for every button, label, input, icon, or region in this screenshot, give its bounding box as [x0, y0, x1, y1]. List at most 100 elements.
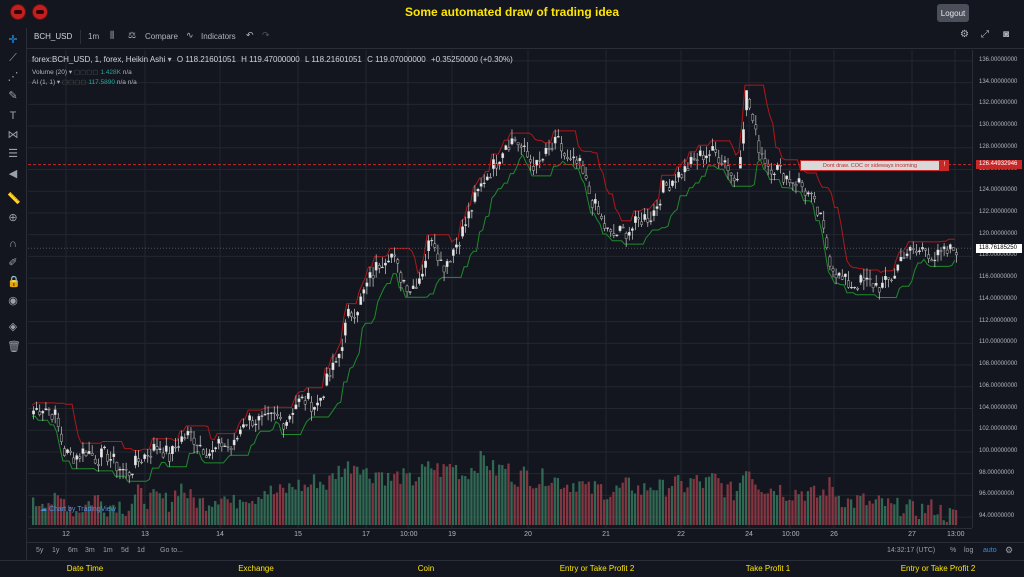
range-6m[interactable]: 6m — [68, 547, 78, 554]
volume-bar — [183, 492, 186, 525]
volume-bar — [331, 473, 334, 525]
range-3m[interactable]: 3m — [85, 547, 95, 554]
volume-bar — [522, 466, 526, 525]
lock-icon[interactable]: 🔒 — [7, 276, 21, 288]
volume-bar — [951, 509, 955, 525]
tradingview-watermark[interactable]: ☁ Chart by TradingView — [40, 505, 116, 513]
chart-type-icon[interactable]: ⫼ — [110, 30, 114, 41]
candle-body — [671, 180, 674, 186]
volume-bar — [633, 493, 637, 525]
time-tick-label: 12 — [62, 531, 70, 538]
utc-clock[interactable]: 14:32:17 (UTC) — [887, 547, 935, 554]
brush-icon[interactable]: ✎ — [7, 90, 19, 102]
range-1m[interactable]: 1m — [103, 547, 113, 554]
candle-body — [631, 228, 634, 231]
text-tool-icon[interactable]: T — [7, 110, 19, 122]
alert-flag-icon[interactable]: ! — [940, 160, 949, 171]
indicators-button[interactable]: Indicators — [201, 32, 236, 41]
settings-gear-icon[interactable]: ⚙ — [960, 29, 969, 40]
candle-body — [356, 312, 359, 316]
volume-bar — [559, 489, 563, 525]
range-5d[interactable]: 5d — [121, 547, 129, 554]
top-bar: Some automated draw of trading idea Logo… — [0, 0, 1024, 24]
volume-bar — [902, 513, 905, 525]
compare-icon[interactable]: ⚖ — [128, 30, 136, 41]
logout-button[interactable]: Logout — [937, 4, 969, 22]
price-axis[interactable]: 136.00000000 134.00000000 132.00000000 130.… — [972, 50, 1024, 528]
fullscreen-icon[interactable]: ⤢ — [981, 29, 989, 40]
candle-body — [137, 458, 140, 462]
candle-body — [53, 409, 57, 415]
chart-pane[interactable] — [28, 50, 972, 528]
symbol-search[interactable]: BCH_USD — [34, 32, 72, 41]
price-tick-label: 118.00000000 — [979, 252, 1017, 259]
auto-toggle[interactable]: auto — [983, 547, 997, 554]
candle-body — [257, 416, 261, 421]
fib-retracement-icon[interactable]: ⋰ — [7, 71, 19, 83]
interval-selector[interactable]: 1m — [88, 32, 99, 41]
magnet-icon[interactable]: ∩ — [7, 238, 19, 250]
range-1y[interactable]: 1y — [52, 547, 59, 554]
volume-bar — [794, 489, 797, 525]
lock-drawing-icon[interactable]: ✐ — [7, 257, 19, 269]
candle-body — [575, 159, 579, 164]
candle-body — [75, 455, 79, 460]
candle-body — [461, 226, 464, 237]
time-tick-label: 10:00 — [400, 531, 418, 538]
time-tick-label: 10:00 — [782, 531, 800, 538]
axis-settings-gear-icon[interactable]: ⚙ — [1005, 545, 1013, 556]
volume-bar — [723, 497, 726, 525]
volume-bar — [655, 490, 658, 525]
indicators-icon[interactable]: ∿ — [186, 30, 194, 41]
candle-body — [600, 216, 603, 219]
alert-annotation[interactable]: Dont draw. COC or sideways incoming — [800, 160, 940, 171]
candle-body — [130, 473, 134, 476]
redo-icon[interactable]: ↷ — [262, 30, 270, 41]
back-arrow-icon[interactable]: ◀ — [7, 168, 19, 180]
prediction-icon[interactable]: ☰ — [7, 148, 19, 160]
candle-body — [297, 398, 301, 403]
volume-na: n/a — [122, 69, 132, 76]
candle-body — [603, 223, 606, 229]
volume-bar — [377, 472, 380, 525]
candle-body — [760, 153, 764, 155]
candle-body — [35, 408, 38, 410]
eye-icon[interactable]: ◉ — [7, 295, 19, 307]
screenshot-camera-icon[interactable]: ◙ — [1003, 29, 1009, 40]
candle-body — [115, 462, 119, 472]
trash-icon[interactable]: 🗑 — [7, 341, 21, 353]
goto-date-button[interactable]: Go to... — [160, 547, 183, 554]
compare-button[interactable]: Compare — [145, 32, 178, 41]
price-tick-label: 100.00000000 — [979, 447, 1018, 454]
layers-icon[interactable]: ◈ — [7, 321, 19, 333]
candle-body — [729, 172, 733, 176]
candle-body — [871, 283, 875, 288]
series-title[interactable]: forex:BCH_USD, 1, forex, Heikin Ashi — [32, 55, 165, 64]
percent-toggle[interactable]: % — [950, 547, 956, 554]
volume-bar — [173, 490, 177, 525]
price-chart[interactable] — [28, 50, 972, 528]
price-tick-label: 94.00000000 — [979, 513, 1015, 520]
zoom-in-icon[interactable]: ⊕ — [7, 212, 19, 224]
candle-body — [464, 224, 468, 226]
candle-body — [529, 159, 532, 163]
trend-line-icon[interactable]: ⟋ — [7, 52, 19, 64]
ai-label[interactable]: AI (1, 1) — [32, 79, 55, 86]
undo-icon[interactable]: ↶ — [246, 30, 254, 41]
price-tick-label: 110.00000000 — [979, 339, 1017, 346]
volume-bar — [170, 501, 174, 525]
crosshair-icon[interactable]: ✛ — [7, 34, 19, 46]
candle-body — [322, 396, 326, 398]
candle-body — [214, 447, 218, 450]
pattern-icon[interactable]: ⋈ — [7, 129, 19, 141]
range-5y[interactable]: 5y — [36, 547, 43, 554]
time-axis[interactable]: 12 13 14 15 17 10:00 19 20 21 22 24 10:00 26 27 13:00 — [28, 528, 972, 543]
ruler-icon[interactable]: 📏 — [7, 193, 21, 205]
volume-label[interactable]: Volume (20) — [32, 69, 67, 76]
volume-bar — [371, 483, 374, 525]
range-1d[interactable]: 1d — [137, 547, 145, 554]
log-toggle[interactable]: log — [964, 547, 973, 554]
volume-bar — [575, 491, 578, 525]
volume-bar — [846, 498, 850, 525]
volume-bar — [797, 494, 800, 525]
